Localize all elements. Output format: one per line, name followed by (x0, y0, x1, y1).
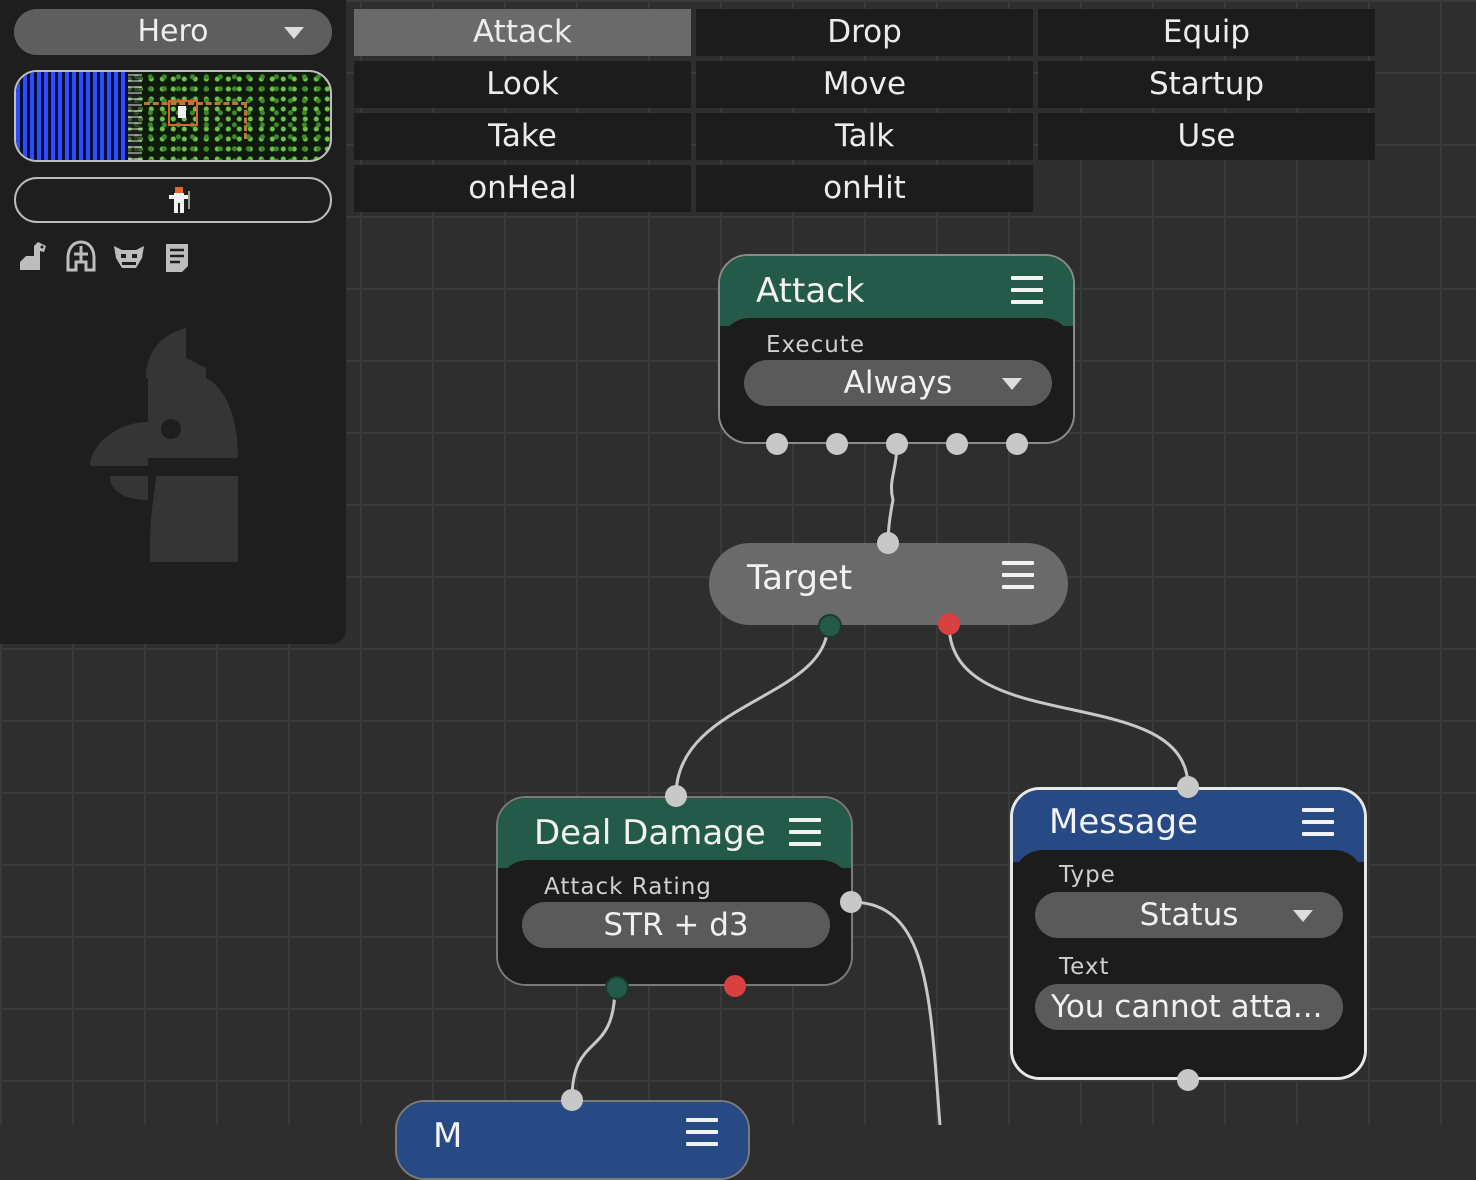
horse-icon[interactable] (16, 240, 50, 274)
event-startup[interactable]: Startup (1038, 61, 1375, 108)
node-deal-damage[interactable]: Deal Damage Attack Rating STR + d3 (496, 796, 853, 986)
left-panel: Hero (0, 0, 346, 644)
node-target-title: Target (747, 558, 853, 598)
target-in-port[interactable] (877, 532, 899, 554)
minimap-shore (128, 72, 142, 160)
scroll-icon[interactable] (160, 240, 194, 274)
minimap-hero-marker (178, 106, 186, 118)
event-onheal[interactable]: onHeal (354, 165, 691, 212)
helmet-icon[interactable] (64, 240, 98, 274)
message-text-label: Text (1059, 954, 1110, 980)
attack-out-port-5[interactable] (1006, 433, 1028, 455)
deal-damage-true-port[interactable] (605, 976, 629, 1000)
node-message-body: Type Status Text You cannot atta... (1013, 850, 1364, 1077)
minimap-water (16, 72, 128, 160)
message-text-value: You cannot atta... (1051, 989, 1323, 1025)
parrot-logo-icon (90, 328, 238, 562)
menu-icon[interactable] (1302, 808, 1334, 836)
node-message[interactable]: Message Type Status Text You cannot atta… (1010, 787, 1367, 1080)
event-move[interactable]: Move (696, 61, 1033, 108)
hero-sprite-icon (169, 187, 190, 213)
event-use[interactable]: Use (1038, 113, 1375, 160)
attack-rating-field[interactable]: STR + d3 (522, 902, 830, 948)
event-take[interactable]: Take (354, 113, 691, 160)
sprite-slot[interactable] (14, 177, 332, 223)
node-partial-bottom-header[interactable]: M (397, 1102, 748, 1178)
node-attack[interactable]: Attack Execute Always (718, 254, 1075, 444)
node-attack-title: Attack (756, 271, 865, 311)
node-attack-header[interactable]: Attack (720, 256, 1073, 326)
node-partial-bottom-title: M (433, 1116, 463, 1156)
attack-out-port-4[interactable] (946, 433, 968, 455)
event-talk[interactable]: Talk (696, 113, 1033, 160)
execute-label: Execute (766, 332, 865, 358)
actor-select-value: Hero (137, 14, 209, 49)
chevron-down-icon (1002, 378, 1022, 390)
attack-out-port-2[interactable] (826, 433, 848, 455)
message-type-dropdown[interactable]: Status (1035, 892, 1343, 938)
message-text-field[interactable]: You cannot atta... (1035, 984, 1343, 1030)
execute-value: Always (843, 365, 953, 401)
node-target[interactable]: Target (709, 543, 1068, 625)
chevron-down-icon (1293, 910, 1313, 922)
deal-damage-side-port[interactable] (840, 891, 862, 913)
node-attack-body: Execute Always (720, 318, 1073, 442)
deal-damage-false-port[interactable] (724, 975, 746, 997)
attack-out-port-3[interactable] (886, 433, 908, 455)
minimap[interactable] (14, 70, 332, 162)
event-drop[interactable]: Drop (696, 9, 1033, 56)
node-message-title: Message (1049, 802, 1199, 842)
node-partial-bottom[interactable]: M (395, 1100, 750, 1180)
actor-select[interactable]: Hero (14, 9, 332, 55)
target-false-port[interactable] (938, 613, 960, 635)
menu-icon[interactable] (1002, 561, 1034, 589)
node-deal-damage-header[interactable]: Deal Damage (498, 798, 851, 868)
event-look[interactable]: Look (354, 61, 691, 108)
menu-icon[interactable] (789, 818, 821, 846)
message-out-port[interactable] (1177, 1069, 1199, 1091)
node-deal-damage-body: Attack Rating STR + d3 (498, 860, 851, 984)
chevron-down-icon (284, 27, 304, 39)
target-true-port[interactable] (818, 614, 842, 638)
message-type-label: Type (1059, 862, 1116, 888)
node-target-header[interactable]: Target (709, 543, 1068, 625)
message-type-value: Status (1139, 897, 1239, 933)
execute-dropdown[interactable]: Always (744, 360, 1052, 406)
node-deal-damage-title: Deal Damage (534, 813, 766, 853)
attack-out-port-1[interactable] (766, 433, 788, 455)
monster-icon[interactable] (112, 240, 146, 274)
message-in-port[interactable] (1177, 776, 1199, 798)
deal-damage-in-port[interactable] (665, 785, 687, 807)
attack-rating-label: Attack Rating (544, 874, 712, 900)
event-attack[interactable]: Attack (354, 9, 691, 56)
partial-bottom-in-port[interactable] (561, 1089, 583, 1111)
attack-rating-value: STR + d3 (603, 907, 749, 943)
menu-icon[interactable] (686, 1118, 718, 1146)
event-onhit[interactable]: onHit (696, 165, 1033, 212)
menu-icon[interactable] (1011, 276, 1043, 304)
event-equip[interactable]: Equip (1038, 9, 1375, 56)
